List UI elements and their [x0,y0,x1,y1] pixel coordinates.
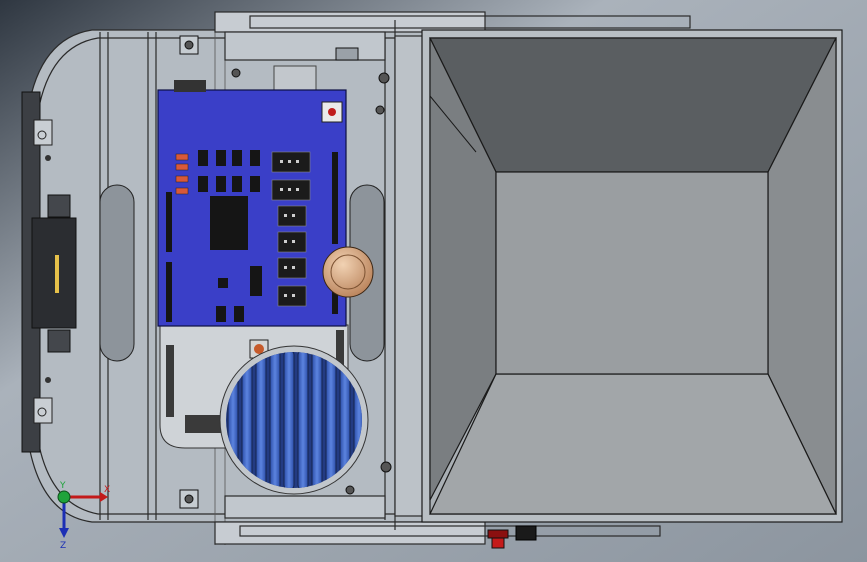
hopper [421,29,843,523]
black-push-button-icon[interactable] [515,525,537,541]
left-slot [99,184,135,362]
cad-model-view[interactable]: X Y Z [0,0,867,562]
usb-connector [174,80,206,92]
triad-z-label: Z [60,541,66,551]
triad-x-label: X [104,485,110,495]
hopper-bottom-wall [429,373,837,515]
pcb-reset-switch-cap [328,108,336,116]
hopper-floor [495,171,769,375]
cad-viewport[interactable]: X Y Z [0,0,867,562]
hopper-top-wall [429,37,837,173]
triad-y-label: Y [59,481,66,491]
